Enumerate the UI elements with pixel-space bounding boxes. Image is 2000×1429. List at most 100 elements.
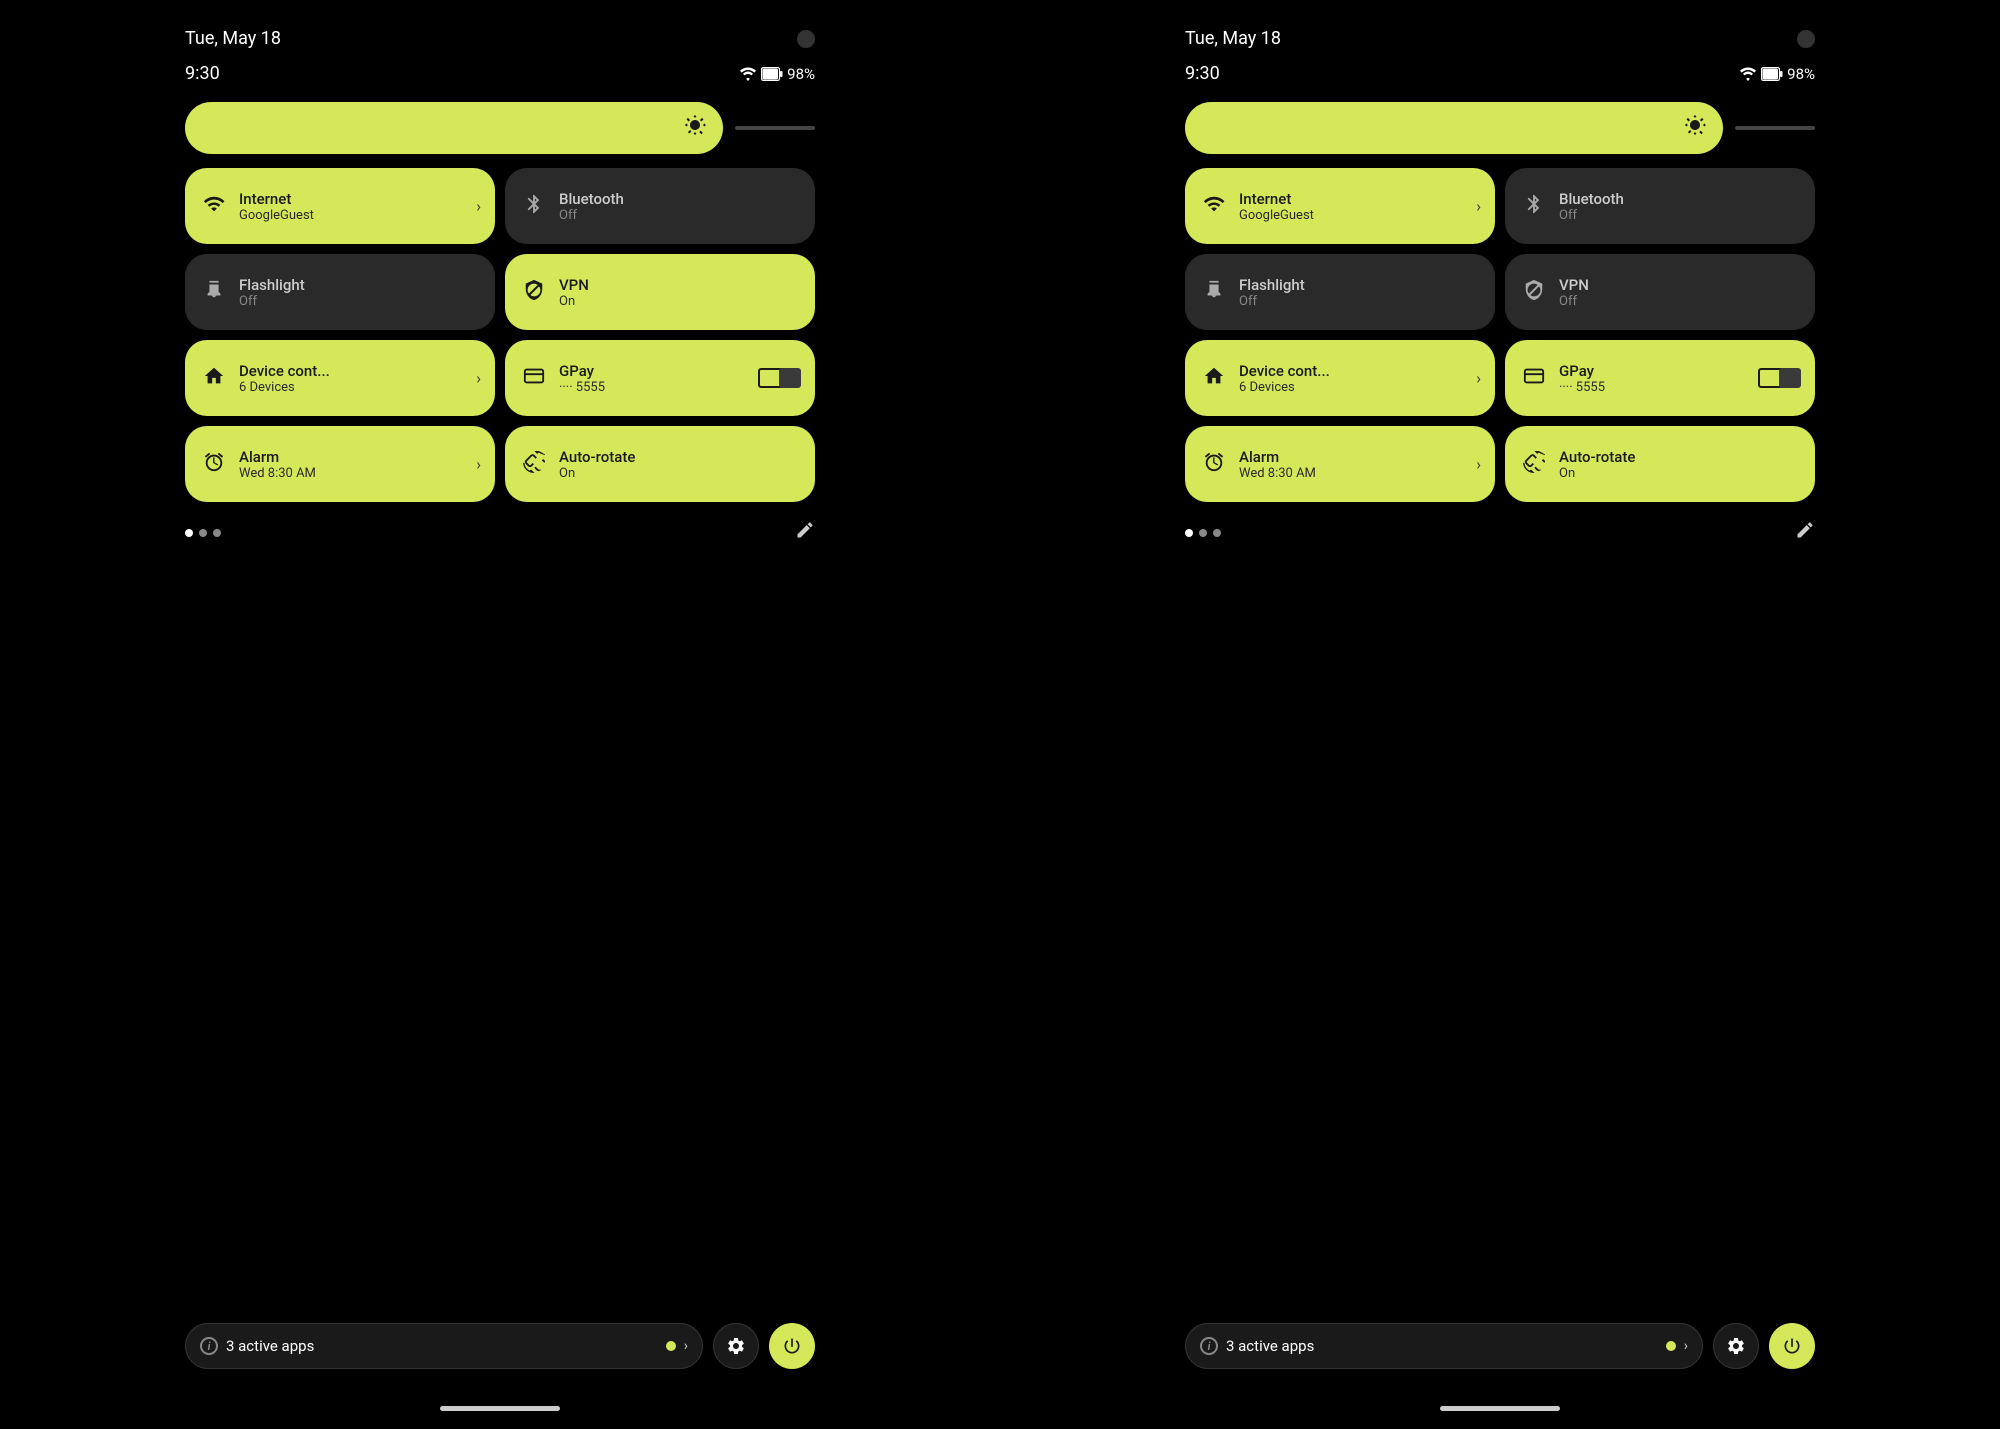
phone-panel-left: Tue, May 18 9:30 98% xyxy=(0,0,1000,1429)
tile-flashlight[interactable]: Flashlight Off xyxy=(1185,254,1495,330)
tile-text-bluetooth: Bluetooth Off xyxy=(559,190,624,223)
brightness-track[interactable] xyxy=(1735,126,1815,130)
tile-gpay[interactable]: GPay ···· 5555 xyxy=(505,340,815,416)
brightness-row[interactable] xyxy=(1185,102,1815,154)
tile-icon-gpay xyxy=(521,365,547,392)
tile-subtitle-bluetooth: Off xyxy=(559,208,624,223)
status-icons: 98% xyxy=(739,65,815,83)
tile-title-flashlight: Flashlight xyxy=(239,276,305,294)
tile-subtitle-vpn: Off xyxy=(1559,294,1589,309)
tile-subtitle-autorotate: On xyxy=(1559,466,1635,481)
brightness-pill[interactable] xyxy=(185,102,723,154)
tile-title-alarm: Alarm xyxy=(239,448,316,466)
tile-icon-flashlight xyxy=(201,279,227,306)
tile-text-internet: Internet GoogleGuest xyxy=(1239,190,1314,223)
tile-device-control[interactable]: Device cont... 6 Devices › xyxy=(1185,340,1495,416)
settings-icon xyxy=(726,1336,746,1356)
tile-subtitle-alarm: Wed 8:30 AM xyxy=(1239,466,1316,481)
page-dot-2 xyxy=(1213,529,1221,537)
status-icons: 98% xyxy=(1739,65,1815,83)
camera-dot xyxy=(797,30,815,48)
tile-autorotate[interactable]: Auto-rotate On xyxy=(505,426,815,502)
tile-alarm[interactable]: Alarm Wed 8:30 AM › xyxy=(1185,426,1495,502)
camera-dot xyxy=(1797,30,1815,48)
tile-vpn[interactable]: VPN On xyxy=(505,254,815,330)
tile-text-device-control: Device cont... 6 Devices xyxy=(239,362,330,395)
gpay-card xyxy=(1758,368,1801,388)
tile-icon-gpay xyxy=(1521,365,1547,392)
active-apps-pill[interactable]: i 3 active apps › xyxy=(1185,1323,1703,1369)
info-icon: i xyxy=(1200,1337,1218,1355)
tile-arrow-device-control: › xyxy=(476,369,481,388)
settings-button[interactable] xyxy=(1713,1323,1759,1369)
tile-subtitle-bluetooth: Off xyxy=(1559,208,1624,223)
tile-device-control[interactable]: Device cont... 6 Devices › xyxy=(185,340,495,416)
tile-title-flashlight: Flashlight xyxy=(1239,276,1305,294)
tiles-grid: Internet GoogleGuest › Bluetooth Off Fla… xyxy=(1185,168,1815,502)
tile-icon-alarm xyxy=(201,451,227,478)
tile-arrow-alarm: › xyxy=(1476,455,1481,474)
tile-autorotate[interactable]: Auto-rotate On xyxy=(1505,426,1815,502)
tile-internet[interactable]: Internet GoogleGuest › xyxy=(1185,168,1495,244)
edit-icon[interactable] xyxy=(795,520,815,545)
brightness-track[interactable] xyxy=(735,126,815,130)
status-time: 9:30 xyxy=(185,63,220,84)
tile-text-alarm: Alarm Wed 8:30 AM xyxy=(239,448,316,481)
tile-flashlight[interactable]: Flashlight Off xyxy=(185,254,495,330)
edit-icon[interactable] xyxy=(1795,520,1815,545)
tile-text-alarm: Alarm Wed 8:30 AM xyxy=(1239,448,1316,481)
tile-gpay[interactable]: GPay ···· 5555 xyxy=(1505,340,1815,416)
tile-bluetooth[interactable]: Bluetooth Off xyxy=(1505,168,1815,244)
tile-title-internet: Internet xyxy=(1239,190,1314,208)
page-dot-1 xyxy=(1199,529,1207,537)
phone-panel-right: Tue, May 18 9:30 98% xyxy=(1000,0,2000,1429)
tile-icon-flashlight xyxy=(1201,279,1227,306)
bottom-bar: i 3 active apps › xyxy=(1185,1323,1815,1369)
active-apps-dot xyxy=(1666,1341,1676,1351)
nav-bar xyxy=(440,1406,560,1411)
tile-icon-autorotate xyxy=(1521,451,1547,478)
settings-button[interactable] xyxy=(713,1323,759,1369)
tile-title-bluetooth: Bluetooth xyxy=(559,190,624,208)
power-button[interactable] xyxy=(1769,1323,1815,1369)
tile-bluetooth[interactable]: Bluetooth Off xyxy=(505,168,815,244)
status-row2: 9:30 98% xyxy=(1185,59,1815,102)
tile-subtitle-device-control: 6 Devices xyxy=(239,380,330,395)
tile-internet[interactable]: Internet GoogleGuest › xyxy=(185,168,495,244)
tile-text-flashlight: Flashlight Off xyxy=(239,276,305,309)
battery-percent: 98% xyxy=(1787,65,1815,83)
tile-icon-autorotate xyxy=(521,451,547,478)
tile-title-vpn: VPN xyxy=(1559,276,1589,294)
tile-subtitle-alarm: Wed 8:30 AM xyxy=(239,466,316,481)
page-dot-1 xyxy=(199,529,207,537)
tile-text-gpay: GPay ···· 5555 xyxy=(559,362,605,395)
active-apps-pill[interactable]: i 3 active apps › xyxy=(185,1323,703,1369)
page-indicator-row xyxy=(185,512,815,553)
power-button[interactable] xyxy=(769,1323,815,1369)
wifi-status-icon xyxy=(1739,67,1757,81)
tile-arrow-internet: › xyxy=(476,197,481,216)
tile-title-internet: Internet xyxy=(239,190,314,208)
tile-arrow-internet: › xyxy=(1476,197,1481,216)
tile-text-vpn: VPN Off xyxy=(1559,276,1589,309)
tile-subtitle-flashlight: Off xyxy=(239,294,305,309)
tile-subtitle-gpay: ···· 5555 xyxy=(559,380,605,395)
tile-icon-device-control xyxy=(1201,365,1227,392)
tile-title-alarm: Alarm xyxy=(1239,448,1316,466)
tile-vpn[interactable]: VPN Off xyxy=(1505,254,1815,330)
status-time: 9:30 xyxy=(1185,63,1220,84)
active-apps-chevron: › xyxy=(1684,1338,1688,1354)
tile-title-autorotate: Auto-rotate xyxy=(559,448,635,466)
tile-alarm[interactable]: Alarm Wed 8:30 AM › xyxy=(185,426,495,502)
brightness-pill[interactable] xyxy=(1185,102,1723,154)
tile-subtitle-flashlight: Off xyxy=(1239,294,1305,309)
tile-arrow-alarm: › xyxy=(476,455,481,474)
brightness-icon xyxy=(683,113,707,143)
battery-icon xyxy=(761,67,783,81)
tile-subtitle-internet: GoogleGuest xyxy=(1239,208,1314,223)
status-bar: Tue, May 18 xyxy=(185,0,815,59)
brightness-row[interactable] xyxy=(185,102,815,154)
tile-icon-vpn xyxy=(521,279,547,306)
tile-subtitle-gpay: ···· 5555 xyxy=(1559,380,1605,395)
page-dot-2 xyxy=(213,529,221,537)
